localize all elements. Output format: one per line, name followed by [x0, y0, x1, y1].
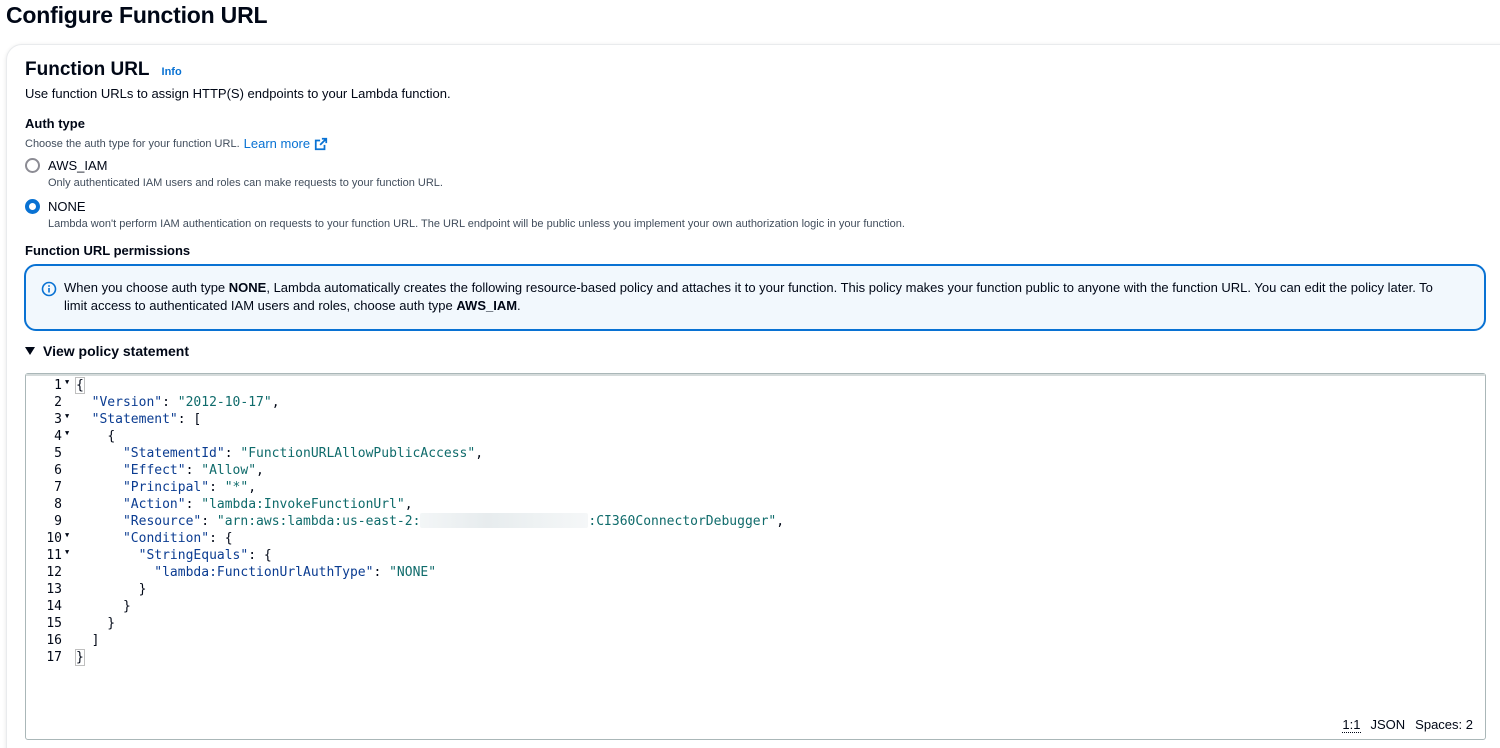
- editor-status-bar: 1:1 JSON Spaces: 2: [1342, 717, 1473, 733]
- code-line-17: 17}: [46, 649, 85, 666]
- code-line-16: 16 ]: [46, 633, 100, 648]
- code-line-7: 7 "Principal": "*",: [54, 480, 257, 495]
- code-line-4: 4 ▼ {: [54, 428, 116, 445]
- alert-text-2: , Lambda automatically creates the follo…: [64, 280, 1433, 313]
- policy-code-editor[interactable]: 1 ▼{ 2 "Version": "2012-10-17", 3 ▼ "State…: [25, 373, 1486, 740]
- fold-caret-icon[interactable]: ▼: [62, 547, 76, 564]
- fold-caret-icon[interactable]: ▼: [62, 428, 76, 445]
- code-line-9: 9 "Resource": "arn:aws:lambda:us-east-2:…: [54, 513, 785, 529]
- code-line-14: 14 }: [46, 599, 131, 614]
- section-title: Function URL: [25, 59, 150, 80]
- radio-none[interactable]: [25, 199, 40, 214]
- code-line-1: 1 ▼{: [54, 377, 85, 394]
- redacted-account-id: [420, 513, 589, 528]
- info-alert: When you choose auth type NONE, Lambda a…: [24, 264, 1486, 331]
- info-link[interactable]: Info: [162, 66, 182, 78]
- radio-description: Only authenticated IAM users and roles c…: [48, 177, 443, 189]
- radio-label: AWS_IAM: [48, 158, 108, 173]
- alert-bold-none: NONE: [228, 280, 267, 295]
- section-description: Use function URLs to assign HTTP(S) endp…: [25, 86, 451, 101]
- fold-caret-icon[interactable]: ▼: [62, 377, 76, 394]
- code-lines: 1 ▼{ 2 "Version": "2012-10-17", 3 ▼ "State…: [26, 377, 784, 666]
- learn-more-link[interactable]: Learn more: [244, 136, 328, 151]
- learn-more-label: Learn more: [243, 136, 311, 151]
- code-line-6: 6 "Effect": "Allow",: [54, 463, 264, 478]
- view-policy-toggle[interactable]: View policy statement: [25, 343, 189, 359]
- auth-option-aws-iam[interactable]: AWS_IAM Only authenticated IAM users and…: [25, 157, 443, 191]
- code-line-13: 13 }: [46, 582, 147, 597]
- fold-caret-icon[interactable]: ▼: [62, 530, 76, 547]
- code-line-8: 8 "Action": "lambda:InvokeFunctionUrl",: [54, 497, 413, 512]
- code-line-11: 11 ▼ "StringEquals": {: [46, 547, 272, 564]
- code-line-15: 15 }: [46, 616, 116, 631]
- fold-caret-icon[interactable]: ▼: [62, 411, 76, 428]
- code-line-12: 12 "lambda:FunctionUrlAuthType": "NONE": [46, 565, 437, 580]
- editor-top-border: [26, 374, 1485, 376]
- external-link-icon: [314, 137, 328, 150]
- auth-type-label: Auth type: [25, 116, 85, 131]
- cursor-position[interactable]: 1:1: [1342, 717, 1361, 733]
- auth-type-description-text: Choose the auth type for your function U…: [25, 137, 240, 150]
- section-header: Function URL Info: [25, 59, 182, 81]
- view-policy-label: View policy statement: [43, 343, 190, 359]
- radio-description: Lambda won't perform IAM authentication …: [48, 218, 905, 230]
- indent-setting: Spaces: 2: [1415, 717, 1473, 732]
- alert-text-3: .: [517, 298, 521, 313]
- radio-label: NONE: [48, 199, 86, 214]
- alert-text-1: When you choose auth type: [64, 280, 229, 295]
- caret-down-icon: [25, 347, 35, 355]
- alert-bold-aws-iam: AWS_IAM: [456, 298, 518, 313]
- page-title: Configure Function URL: [6, 2, 268, 28]
- radio-aws-iam[interactable]: [25, 158, 40, 173]
- auth-type-description: Choose the auth type for your function U…: [25, 136, 328, 151]
- info-icon: [41, 281, 57, 297]
- code-line-2: 2 "Version": "2012-10-17",: [54, 395, 280, 410]
- permissions-label: Function URL permissions: [25, 243, 191, 258]
- language-mode: JSON: [1370, 717, 1406, 732]
- code-line-5: 5 "StatementId": "FunctionURLAllowPublic…: [54, 446, 484, 461]
- auth-option-none[interactable]: NONE Lambda won't perform IAM authentica…: [25, 198, 905, 232]
- code-line-10: 10 ▼ "Condition": {: [46, 530, 233, 547]
- code-line-3: 3 ▼ "Statement": [: [54, 411, 202, 428]
